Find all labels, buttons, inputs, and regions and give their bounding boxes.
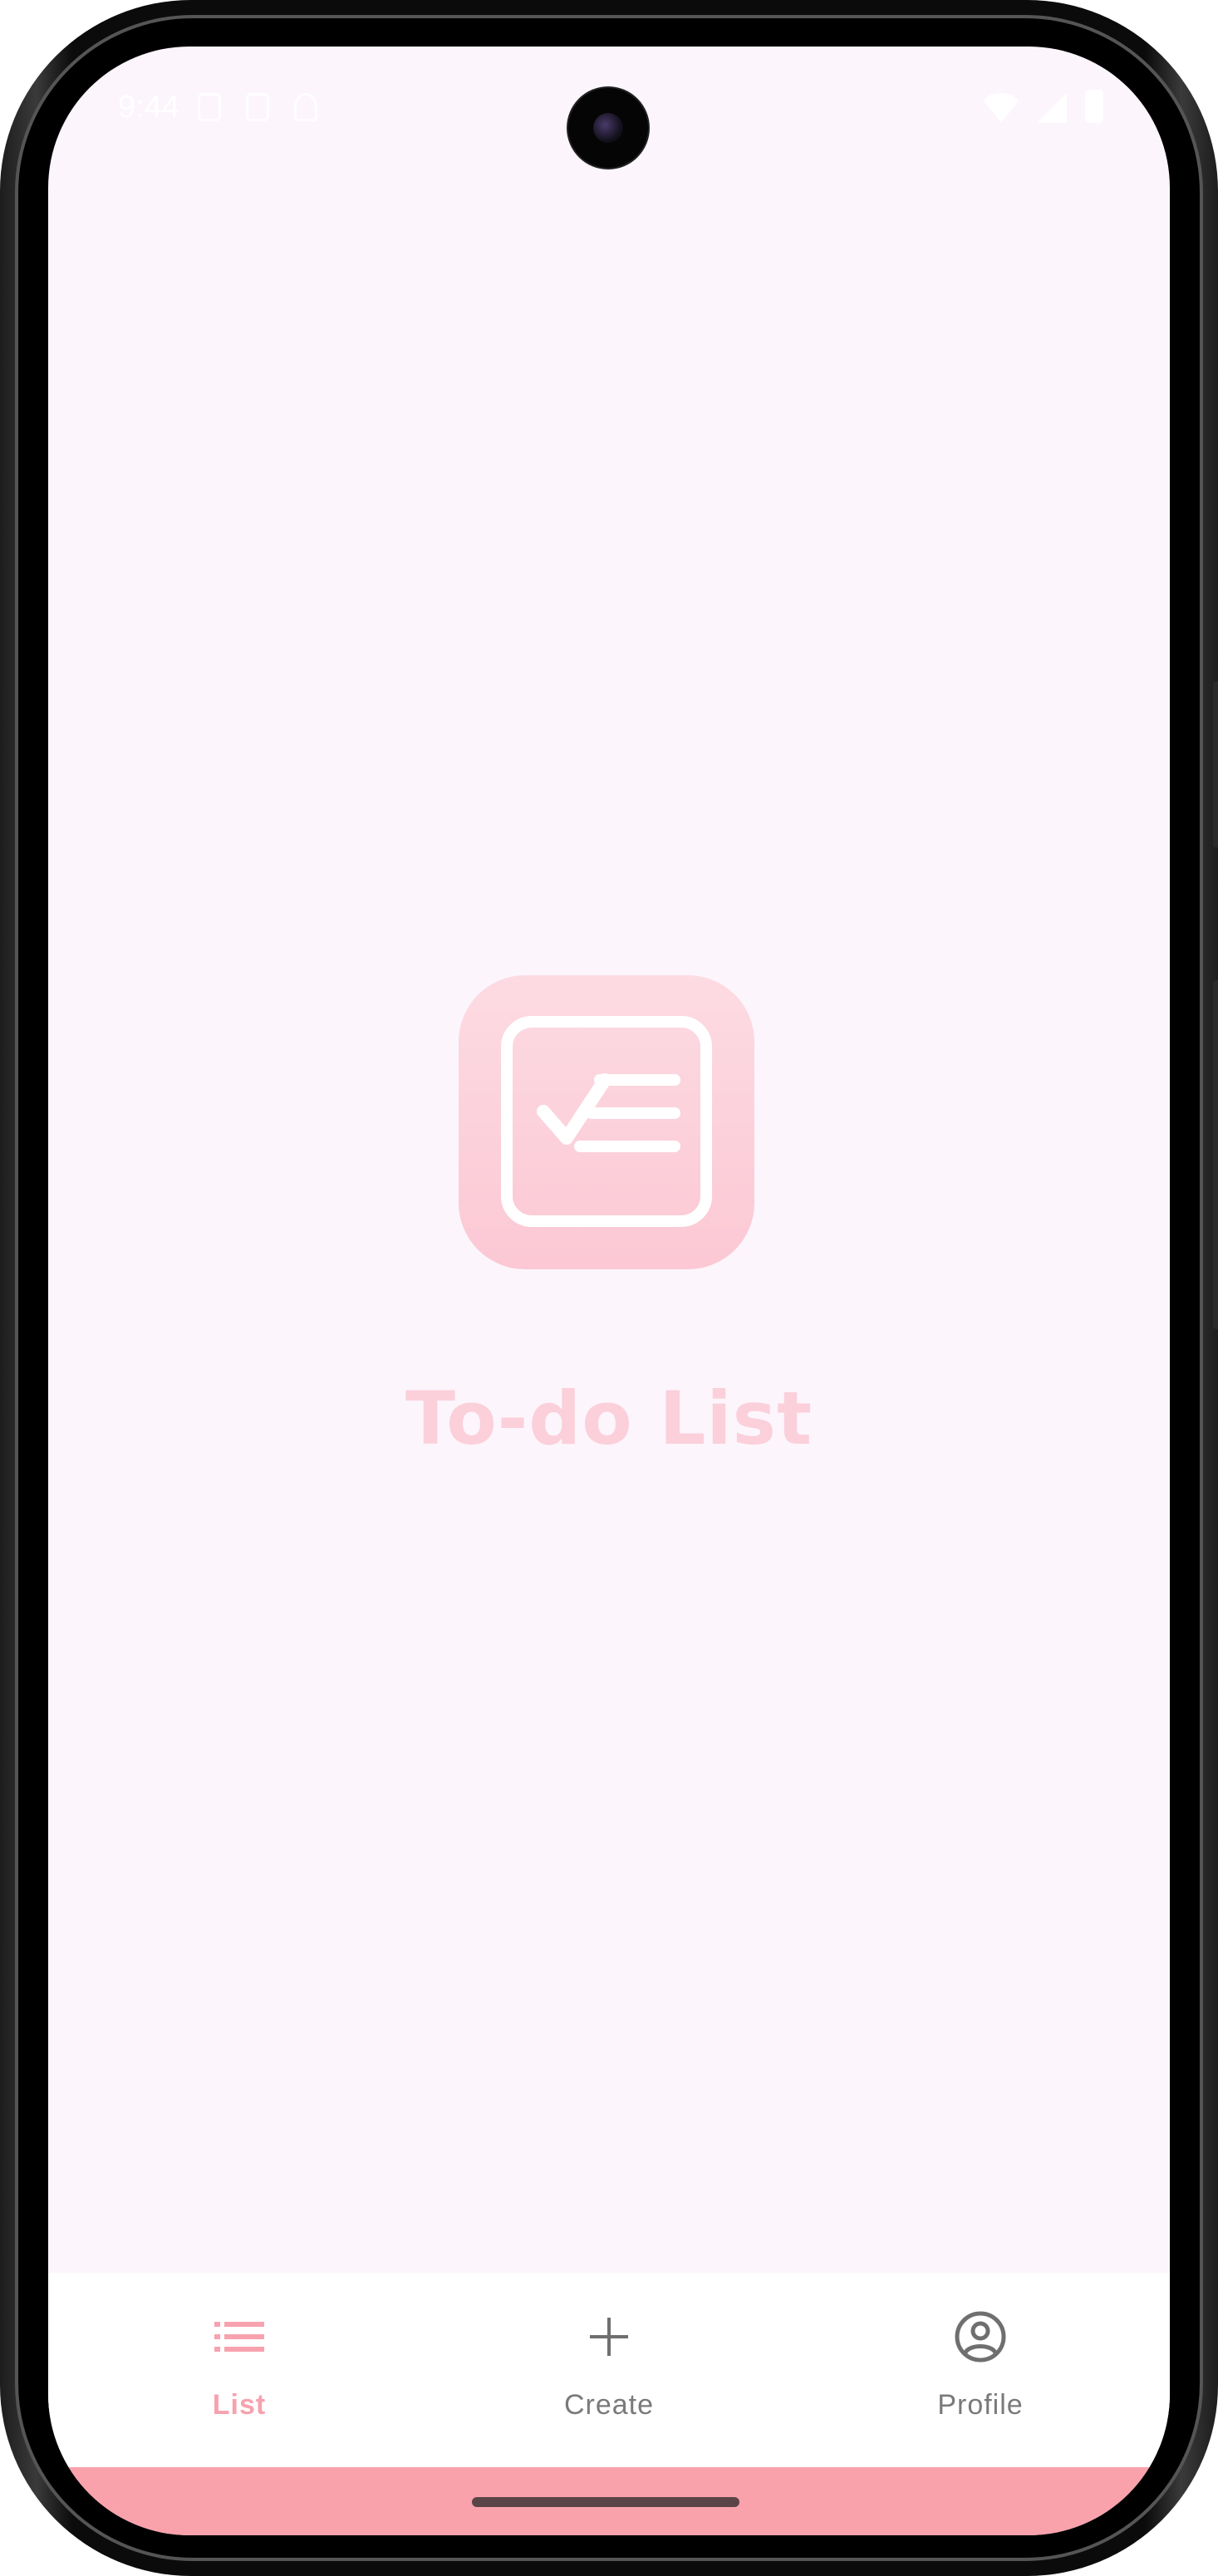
bottom-navigation: List Create Profile bbox=[48, 2273, 1170, 2467]
nav-label-profile: Profile bbox=[937, 2389, 1024, 2421]
account-circle-icon bbox=[951, 2308, 1009, 2366]
screen: 9:44 To-do List List Create Profile bbox=[48, 47, 1170, 2535]
nav-item-create[interactable]: Create bbox=[484, 2273, 734, 2467]
nav-label-list: List bbox=[212, 2389, 267, 2421]
home-indicator[interactable] bbox=[472, 2497, 739, 2507]
nav-label-create: Create bbox=[563, 2389, 655, 2421]
plus-icon bbox=[580, 2308, 638, 2366]
nav-item-list[interactable]: List bbox=[115, 2273, 364, 2467]
splash-screen: To-do List bbox=[48, 47, 1170, 2273]
volume-button bbox=[1213, 681, 1218, 847]
phone-frame: 9:44 To-do List List Create Profile bbox=[0, 0, 1218, 2576]
checklist-icon bbox=[501, 1016, 712, 1227]
power-button bbox=[1213, 980, 1218, 1329]
list-icon bbox=[210, 2308, 268, 2366]
app-title: To-do List bbox=[405, 1376, 813, 1461]
app-logo bbox=[459, 975, 754, 1269]
nav-item-profile[interactable]: Profile bbox=[856, 2273, 1105, 2467]
